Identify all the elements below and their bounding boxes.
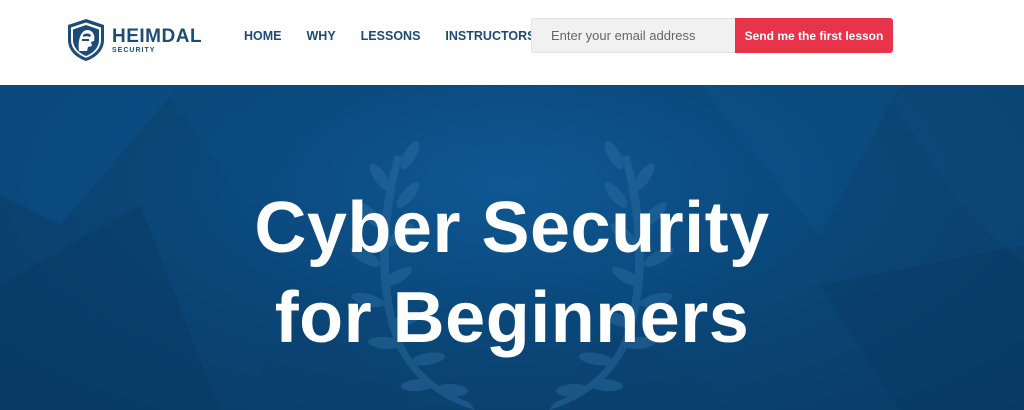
logo-sub-text: SECURITY (112, 46, 156, 54)
email-input[interactable] (531, 18, 736, 53)
nav-why-link[interactable]: WHY (307, 29, 336, 43)
shield-helmet-icon (68, 19, 104, 61)
logo[interactable]: HEIMDAL SECURITY (66, 18, 202, 62)
hero-title-line1: Cyber Security (254, 188, 770, 268)
site-header: HEIMDAL SECURITY HOME WHY LESSONS INSTRU… (0, 0, 1024, 85)
hero-banner: Cyber Security for Beginners (0, 85, 1024, 410)
hero-title-line2: for Beginners (274, 278, 750, 358)
main-nav: HOME WHY LESSONS INSTRUCTORS (244, 29, 560, 43)
hero-title: Cyber Security for Beginners (0, 183, 1024, 363)
nav-home-link[interactable]: HOME (244, 29, 282, 43)
nav-lessons-link[interactable]: LESSONS (361, 29, 421, 43)
send-first-lesson-button[interactable]: Send me the first lesson (735, 18, 893, 53)
nav-instructors-link[interactable]: INSTRUCTORS (445, 29, 535, 43)
logo-brand-text: HEIMDAL (112, 25, 203, 47)
